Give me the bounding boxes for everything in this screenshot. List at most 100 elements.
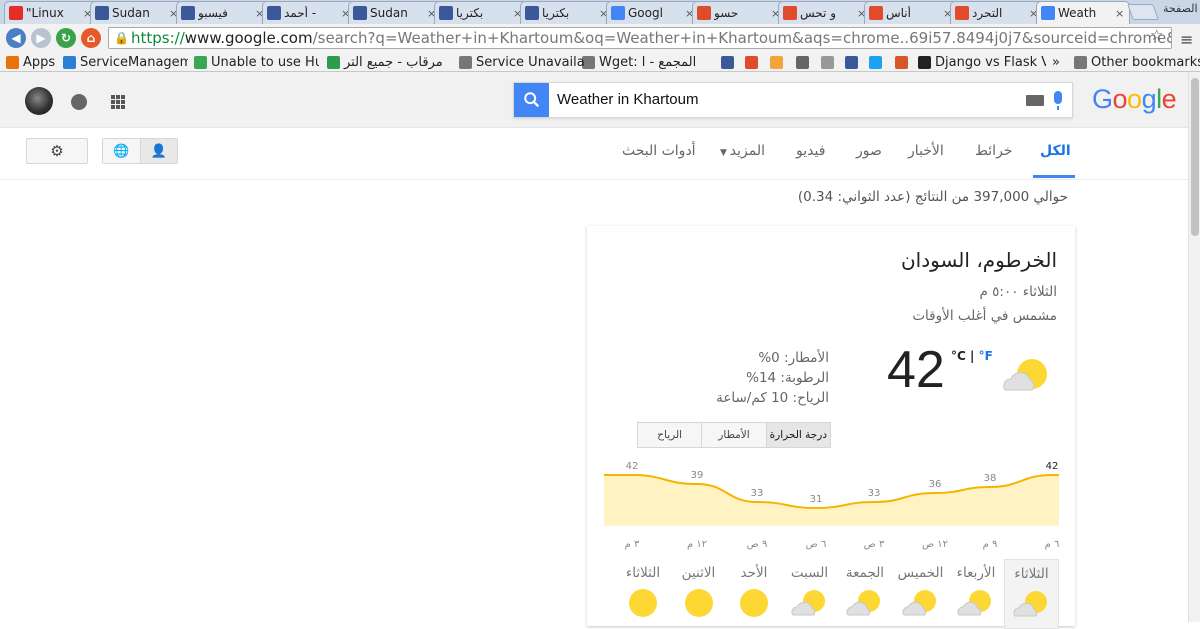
chevron-down-icon: ▼ <box>720 148 730 158</box>
chart-tab-temperature[interactable]: درجة الحرارة <box>765 423 830 447</box>
tab-title: بكتريا <box>542 6 570 20</box>
day-name: الاثنين <box>681 565 716 581</box>
fahrenheit-unit[interactable]: °F <box>979 349 993 363</box>
url-host: www.google.com <box>184 29 313 47</box>
temperature-data-label: 31 <box>810 494 823 505</box>
browser-tab[interactable]: أحمد - × <box>262 1 356 24</box>
forecast-day[interactable]: الأحد <box>727 559 782 629</box>
search-box[interactable]: Weather in Khartoum <box>513 82 1073 118</box>
tab-title: Sudan <box>112 6 150 20</box>
person-icon[interactable]: 👤 <box>139 139 177 163</box>
settings-button[interactable]: ⚙ <box>26 138 88 164</box>
bookmark-item[interactable] <box>745 53 762 71</box>
browser-tab[interactable]: التحرد × <box>950 1 1044 24</box>
avatar[interactable] <box>25 87 53 115</box>
browser-tab[interactable]: Sudan × <box>90 1 184 24</box>
weather-location[interactable]: الخرطوم، السودان <box>901 248 1057 272</box>
tab-search-tools[interactable]: أدوات البحث <box>622 143 696 159</box>
browser-tab[interactable]: Weath × <box>1036 1 1130 24</box>
google-header: Weather in Khartoum Google <box>0 72 1200 128</box>
close-icon[interactable]: × <box>1115 7 1125 20</box>
apps-grid-icon[interactable] <box>111 95 125 109</box>
partly-sunny-icon <box>893 587 948 619</box>
chrome-menu-icon[interactable]: ≡ <box>1180 30 1193 49</box>
scroll-thumb[interactable] <box>1191 78 1199 236</box>
browser-tab[interactable]: "Linux × <box>4 1 98 24</box>
twitter-icon <box>869 55 882 69</box>
search-button[interactable] <box>514 83 549 117</box>
result-stats: حوالي 397,000 من النتائج (عدد الثواني: 0… <box>797 189 1068 205</box>
celsius-unit[interactable]: °C <box>951 349 966 363</box>
page-scrollbar[interactable] <box>1188 72 1200 622</box>
chart-tab-precipitation[interactable]: الأمطار <box>701 423 766 447</box>
reload-button[interactable]: ↻ <box>56 28 76 48</box>
keyboard-icon[interactable] <box>1026 95 1044 106</box>
browser-tab[interactable]: Googl × <box>606 1 700 24</box>
google-logo[interactable]: Google <box>1092 84 1177 115</box>
forecast-day[interactable]: الجمعة <box>838 559 893 629</box>
bookmark-item[interactable] <box>770 53 787 71</box>
bookmark-item[interactable] <box>821 53 838 71</box>
temperature-data-label: 42 <box>626 461 639 472</box>
forward-button[interactable]: ▶ <box>31 28 51 48</box>
bookmark-label: Apps <box>23 54 56 70</box>
tab-maps[interactable]: خرائط <box>975 143 1012 159</box>
tab-title: Googl <box>628 6 663 20</box>
bookmark-item[interactable]: مرقاب - جميع التر <box>327 53 452 71</box>
unit-toggle: °C | °F <box>951 349 993 363</box>
bookmark-item[interactable] <box>796 53 813 71</box>
address-bar[interactable]: 🔒 https://www.google.com/search?q=Weather… <box>108 27 1172 49</box>
tab-videos[interactable]: فيديو <box>796 143 825 159</box>
forecast-day[interactable]: الأربعاء <box>949 559 1004 629</box>
forward-arrow-icon: ▶ <box>36 31 46 45</box>
forecast-day[interactable]: السبت <box>782 559 837 629</box>
browser-tab[interactable]: أناس × <box>864 1 958 24</box>
globe-icon[interactable]: 🌐 <box>103 139 140 163</box>
browser-tab[interactable]: بكتريا × <box>434 1 528 24</box>
browser-tab[interactable]: فيسبو × <box>176 1 270 24</box>
bookmark-item[interactable] <box>721 53 738 71</box>
tab-strip: "Linux × Sudan × فيسبو × أحمد - × Sudan × بكتريا × ب… <box>0 0 1200 24</box>
bookmark-item[interactable]: Service Unavailab <box>459 53 584 71</box>
blogger-icon <box>783 6 797 20</box>
bookmark-item[interactable]: Unable to use Hu <box>194 53 319 71</box>
notifications-bell-icon[interactable] <box>71 94 87 110</box>
bookmark-item[interactable]: Django vs Flask V <box>918 53 1046 71</box>
bookmark-item[interactable] <box>845 53 862 71</box>
tab-images[interactable]: صور <box>856 143 882 159</box>
tab-title: التحرد <box>972 6 1003 20</box>
bookmark-item[interactable] <box>895 53 912 71</box>
blogger-icon <box>745 55 758 69</box>
blogger-icon <box>697 6 711 20</box>
tab-more[interactable]: ▼ المزيد <box>720 143 765 159</box>
other-bookmarks-folder[interactable]: Other bookmarks <box>1074 53 1200 71</box>
profile-label[interactable]: الصفحة <box>1163 2 1198 15</box>
forecast-day[interactable]: الاثنين <box>671 559 726 629</box>
forecast-day[interactable]: الثلاثاء <box>1004 559 1059 629</box>
bookmarks-overflow-button[interactable]: » <box>1052 53 1060 71</box>
bookmark-star-icon[interactable]: ☆ <box>1150 26 1163 44</box>
tab-news[interactable]: الأخبار <box>908 143 944 159</box>
browser-tab[interactable]: و تحس × <box>778 1 872 24</box>
browser-tab[interactable]: حسو × <box>692 1 786 24</box>
new-tab-button[interactable] <box>1127 4 1159 20</box>
bookmark-item[interactable]: Wget: المجمع - ا <box>582 53 707 71</box>
chart-tab-wind[interactable]: الرياح <box>638 423 702 447</box>
apps-icon <box>6 55 19 69</box>
partly-sunny-icon <box>949 587 1004 619</box>
temperature-data-label: 33 <box>751 488 764 499</box>
tab-all[interactable]: الكل <box>1040 143 1071 159</box>
bookmark-item[interactable]: Apps <box>6 53 131 71</box>
home-button[interactable]: ⌂ <box>81 28 101 48</box>
wind: الرياح: 10 كم/ساعة <box>716 390 829 406</box>
browser-tab[interactable]: Sudan × <box>348 1 442 24</box>
search-input[interactable]: Weather in Khartoum <box>557 91 698 108</box>
forecast-day[interactable]: الثلاثاء <box>616 559 671 629</box>
back-button[interactable]: ◀ <box>6 28 26 48</box>
reload-icon: ↻ <box>60 31 72 45</box>
microphone-icon[interactable] <box>1054 91 1062 110</box>
bookmark-item[interactable] <box>869 53 886 71</box>
browser-toolbar: ◀ ▶ ↻ ⌂ 🔒 https://www.google.com/search?q… <box>0 24 1200 52</box>
browser-tab[interactable]: بكتريا × <box>520 1 614 24</box>
forecast-day[interactable]: الخميس <box>893 559 948 629</box>
